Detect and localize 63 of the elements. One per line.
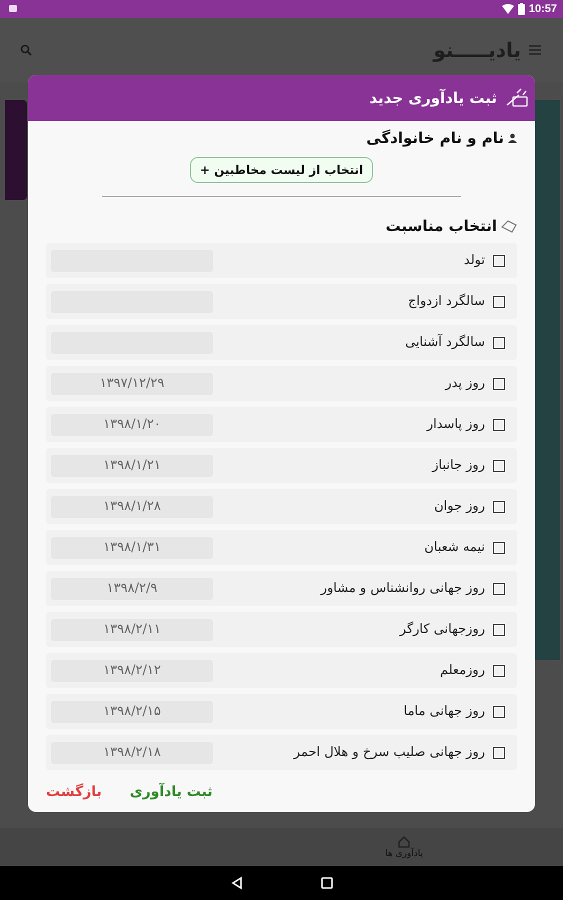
occasion-label: روز جانباز: [432, 458, 485, 473]
home-icon: [397, 835, 412, 849]
checkbox[interactable]: [493, 746, 505, 758]
date-field[interactable]: ۱۳۹۸/۲/۱۲: [51, 660, 213, 682]
battery-icon: [518, 3, 525, 15]
occasion-row[interactable]: تولد: [46, 243, 517, 278]
occasion-row[interactable]: روز جهانی ماما ۱۳۹۸/۲/۱۵: [46, 694, 517, 729]
occasion-label: تولد: [464, 253, 485, 268]
date-field[interactable]: ۱۳۹۸/۲/۱۸: [51, 742, 213, 764]
date-field[interactable]: ۱۳۹۸/۲/۱۱: [51, 618, 213, 640]
occasion-label: روز جوان: [434, 499, 485, 514]
field-label: نام و نام خانوادگی: [366, 129, 504, 147]
checkbox[interactable]: [493, 542, 505, 554]
occasion-row[interactable]: نیمه شعبان ۱۳۹۸/۱/۳۱: [46, 530, 517, 565]
person-icon: [508, 133, 517, 143]
occasion-label: نیمه شعبان: [424, 540, 485, 555]
occasion-label: روز جهانی روانشناس و مشاور: [320, 581, 485, 596]
clock: 10:57: [528, 3, 557, 15]
wifi-icon: [502, 4, 514, 14]
date-field[interactable]: ۱۳۹۷/۱۲/۲۹: [51, 372, 213, 394]
date-field[interactable]: ۱۳۹۸/۱/۳۱: [51, 536, 213, 558]
checkbox[interactable]: [493, 582, 505, 594]
checkbox[interactable]: [493, 296, 505, 308]
occasion-row[interactable]: روزمعلم ۱۳۹۸/۲/۱۲: [46, 653, 517, 688]
date-field[interactable]: ۱۳۹۸/۱/۲۱: [51, 454, 213, 476]
occasion-row[interactable]: روز پدر ۱۳۹۷/۱۲/۲۹: [46, 366, 517, 401]
date-field[interactable]: ۱۳۹۸/۲/۹: [51, 578, 213, 600]
occasion-row[interactable]: روز جهانی روانشناس و مشاور ۱۳۹۸/۲/۹: [46, 571, 517, 606]
occasion-row[interactable]: روزجهانی کارگر ۱۳۹۸/۲/۱۱: [46, 612, 517, 647]
checkbox[interactable]: [493, 418, 505, 430]
back-button[interactable]: بازگشت: [46, 782, 102, 802]
date-field[interactable]: ۱۳۹۸/۱/۲۸: [51, 496, 213, 518]
occasion-label: روز پاسدار: [426, 417, 485, 432]
checkbox[interactable]: [493, 378, 505, 390]
occasion-row[interactable]: روز پاسدار ۱۳۹۸/۱/۲۰: [46, 407, 517, 442]
occasion-row[interactable]: سالگرد آشنایی: [46, 325, 517, 360]
date-field[interactable]: ۱۳۹۸/۲/۱۵: [51, 700, 213, 722]
home-icon[interactable]: [320, 876, 334, 890]
checkbox[interactable]: [493, 500, 505, 512]
contacts-button[interactable]: انتخاب از لیست مخاطبین +: [190, 157, 374, 183]
occasion-label: روز پدر: [445, 376, 485, 391]
occasion-label: روزجهانی کارگر: [400, 622, 485, 637]
checkbox[interactable]: [493, 336, 505, 348]
checkbox[interactable]: [493, 460, 505, 472]
back-icon[interactable]: [230, 876, 244, 890]
occasion-label: روز جهانی صلیب سرخ و هلال احمر: [294, 745, 485, 760]
checkbox[interactable]: [493, 664, 505, 676]
occasion-row[interactable]: روز جانباز ۱۳۹۸/۱/۲۱: [46, 448, 517, 483]
occasion-label: روز جهانی ماما: [404, 704, 485, 719]
occasion-label: روزمعلم: [440, 663, 485, 678]
occasion-label: سالگرد ازدواج: [408, 294, 485, 309]
occasion-label: سالگرد آشنایی: [405, 335, 485, 350]
occasion-row[interactable]: روز جوان ۱۳۹۸/۱/۲۸: [46, 489, 517, 524]
section-heading: انتخاب مناسبت: [386, 217, 497, 235]
notification-icon: [8, 4, 18, 14]
checkbox[interactable]: [493, 254, 505, 266]
checkbox[interactable]: [493, 706, 505, 718]
checkbox[interactable]: [493, 624, 505, 636]
occasion-row[interactable]: سالگرد ازدواج: [46, 284, 517, 319]
date-field[interactable]: ۱۳۹۸/۱/۲۰: [51, 414, 213, 436]
dialog-title: ثبت یادآوری جدید: [369, 89, 497, 107]
save-button[interactable]: ثبت یادآوری: [130, 782, 213, 802]
occasion-row[interactable]: روز جهانی صلیب سرخ و هلال احمر ۱۳۹۸/۲/۱۸: [46, 735, 517, 770]
